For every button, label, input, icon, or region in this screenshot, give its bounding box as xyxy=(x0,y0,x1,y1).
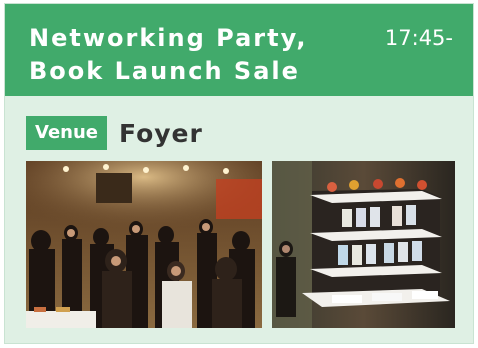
event-title-line-2: Book Launch Sale xyxy=(29,57,300,85)
venue-name: Foyer xyxy=(119,118,203,148)
party-crowd-photo xyxy=(26,161,262,328)
event-title: Networking Party, Book Launch Sale xyxy=(29,22,308,88)
venue-row: Venue Foyer xyxy=(26,116,203,150)
event-time: 17:45- xyxy=(384,26,453,50)
book-display-photo xyxy=(272,161,455,328)
venue-badge: Venue xyxy=(26,116,107,150)
event-title-line-1: Networking Party, xyxy=(29,24,308,52)
event-header: Networking Party, Book Launch Sale 17:45… xyxy=(5,4,473,96)
event-card: Networking Party, Book Launch Sale 17:45… xyxy=(4,3,474,344)
